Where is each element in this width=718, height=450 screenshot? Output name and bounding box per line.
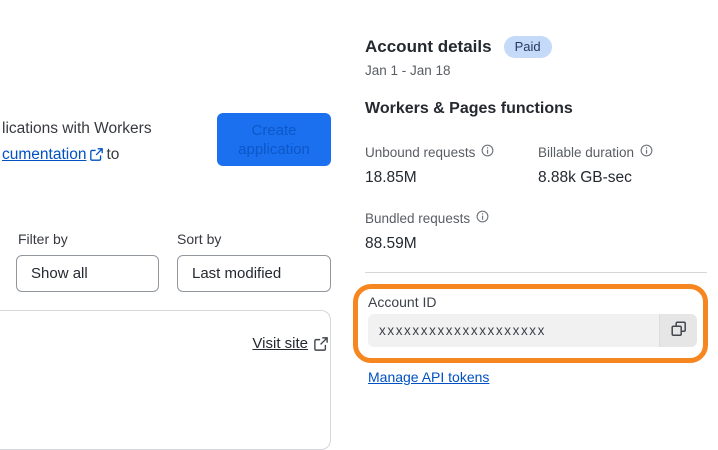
external-link-icon [314, 337, 328, 356]
account-details-header: Account details Paid [365, 36, 552, 58]
documentation-link[interactable]: cumentation [2, 146, 86, 163]
project-card: Visit site [0, 310, 331, 450]
stat-value: 18.85M [365, 169, 417, 186]
account-id-input[interactable] [368, 314, 659, 347]
visit-site-label: Visit site [252, 335, 308, 352]
paid-plan-badge: Paid [503, 36, 552, 58]
account-id-control [368, 314, 697, 347]
filter-select-value: Show all [31, 265, 88, 282]
intro-line-1: lications with Workers [2, 116, 152, 142]
stat-label: Billable duration [538, 144, 635, 160]
date-range: Jan 1 - Jan 18 [365, 63, 451, 78]
intro-line-1-text: lications with Workers [2, 120, 152, 137]
sort-select[interactable]: Last modified [177, 255, 331, 292]
intro-line-2-text: to [106, 146, 120, 163]
create-application-button[interactable]: Create application [217, 113, 331, 166]
copy-icon [670, 321, 687, 340]
divider [365, 272, 707, 273]
stat-label: Unbound requests [365, 144, 476, 160]
filter-select[interactable]: Show all [16, 255, 159, 292]
external-link-icon [90, 144, 104, 170]
stat-unbound-requests: Unbound requests 18.85M [365, 144, 535, 187]
account-details-title: Account details [365, 37, 492, 56]
intro-text: lications with Workers cumentation to [2, 116, 152, 170]
visit-site-link[interactable]: Visit site [252, 335, 308, 352]
intro-line-2: cumentation to [2, 142, 152, 170]
info-icon[interactable] [640, 144, 653, 160]
sort-select-value: Last modified [192, 265, 282, 282]
stat-bundled-requests: Bundled requests 88.59M [365, 210, 535, 253]
info-icon[interactable] [476, 210, 489, 226]
stat-value: 8.88k GB-sec [538, 169, 632, 186]
account-id-label: Account ID [368, 294, 437, 310]
workers-pages-functions-title: Workers & Pages functions [365, 100, 573, 117]
stat-billable-duration: Billable duration 8.88k GB-sec [538, 144, 708, 187]
sort-by-label: Sort by [177, 231, 222, 247]
filter-by-label: Filter by [18, 231, 68, 247]
copy-account-id-button[interactable] [659, 314, 697, 347]
info-icon[interactable] [481, 144, 494, 160]
stat-label: Bundled requests [365, 210, 471, 226]
manage-api-tokens-link[interactable]: Manage API tokens [368, 369, 489, 385]
stat-value: 88.59M [365, 235, 417, 252]
